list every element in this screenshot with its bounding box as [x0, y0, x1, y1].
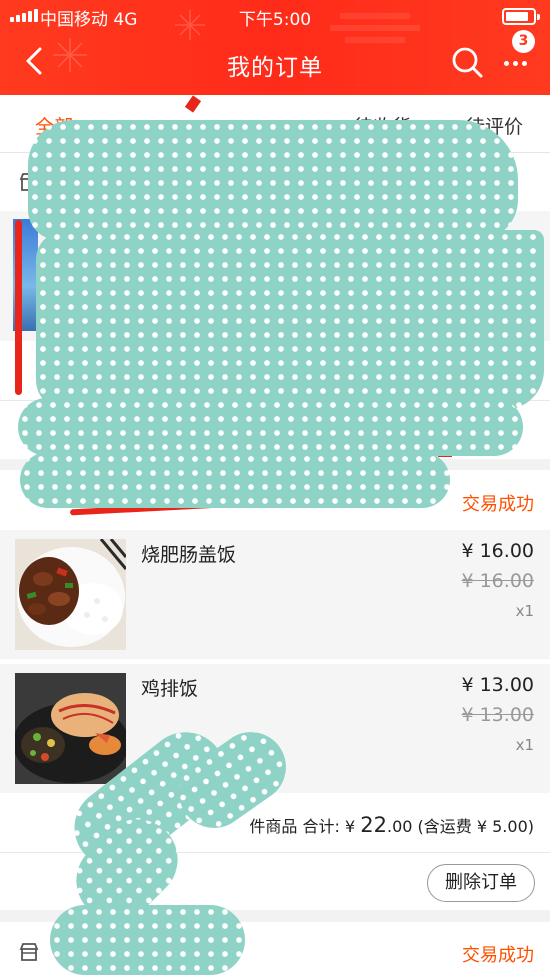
privacy-overlay: [18, 398, 523, 456]
store-icon: [19, 943, 39, 961]
shipping-fee: (含运费 ¥ 5.00): [412, 817, 534, 836]
scribble-mark: [15, 220, 22, 395]
order-status: 交易成功: [462, 945, 534, 966]
order-summary: 件商品 合计: ¥ 22.00 (含运费 ¥ 5.00): [249, 813, 534, 837]
privacy-overlay: [36, 230, 544, 410]
food-image: [15, 539, 126, 650]
product-original-price: ¥ 13.00: [461, 704, 534, 726]
more-icon: [504, 61, 527, 66]
order-status: 交易成功: [462, 494, 534, 515]
product-thumbnail: [15, 539, 126, 650]
product-quantity: x1: [515, 736, 534, 754]
notification-badge: 3: [512, 30, 535, 53]
delete-order-button[interactable]: 删除订单: [427, 864, 535, 902]
app-header: 中国移动 4G 下午5:00 我的订单 3: [0, 0, 550, 95]
privacy-overlay: [50, 905, 245, 975]
product-price: ¥ 13.00: [461, 674, 534, 696]
total-label: 合计:: [302, 817, 345, 836]
item-count: 件商品: [249, 817, 298, 836]
food-image: [15, 673, 126, 784]
product-name: 鸡排饭: [141, 678, 199, 700]
battery-icon: [502, 8, 540, 25]
product-name: 烧肥肠盖饭: [141, 544, 237, 566]
product-quantity: x1: [515, 602, 534, 620]
nav-bar: 我的订单: [0, 32, 550, 95]
product-price: ¥ 16.00: [461, 540, 534, 562]
order-item[interactable]: 烧肥肠盖饭 ¥ 16.00 ¥ 16.00 x1: [0, 530, 550, 659]
total-integer: 22: [360, 813, 387, 837]
total-decimal: .00: [386, 817, 413, 836]
product-original-price: ¥ 16.00: [461, 570, 534, 592]
search-button[interactable]: [449, 44, 485, 80]
search-icon: [452, 47, 483, 78]
clock: 下午5:00: [238, 10, 312, 30]
privacy-overlay: [20, 452, 450, 508]
currency-symbol: ¥: [344, 817, 361, 836]
privacy-overlay: [28, 120, 518, 240]
product-thumbnail: [15, 673, 126, 784]
status-bar: 中国移动 4G 下午5:00: [0, 0, 550, 32]
